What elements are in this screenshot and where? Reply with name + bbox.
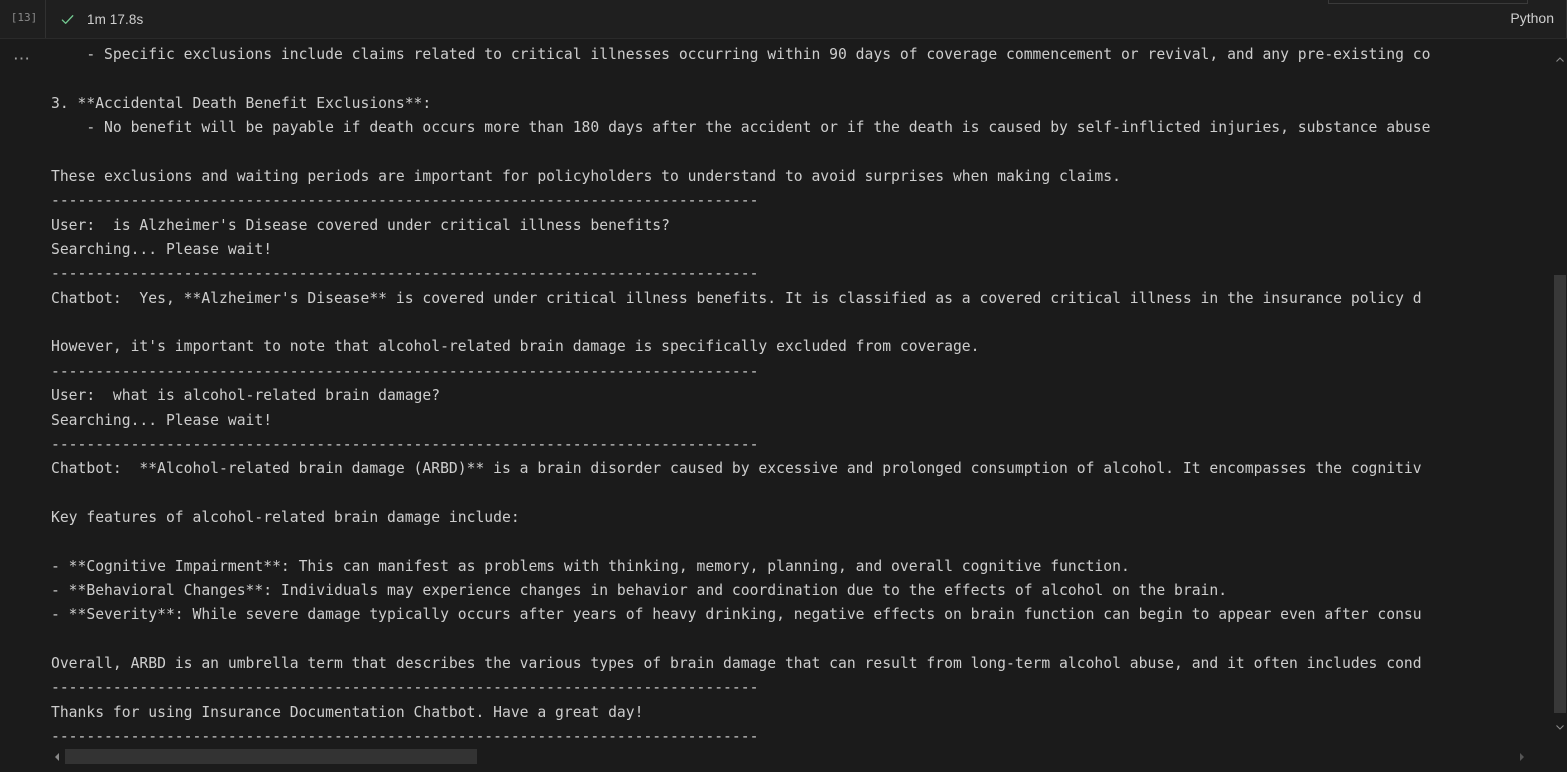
chevron-down-icon[interactable] <box>1553 720 1567 734</box>
output-vertical-scrollbar[interactable] <box>1553 39 1567 772</box>
vertical-scrollbar-thumb[interactable] <box>1554 275 1566 713</box>
chevron-right-icon[interactable] <box>1515 750 1529 764</box>
execution-count-label: [13] <box>10 11 38 24</box>
chevron-left-icon[interactable] <box>50 750 64 764</box>
horizontal-scrollbar-thumb[interactable] <box>65 749 477 764</box>
output-gutter: ⋯ <box>0 39 45 772</box>
cell-run-status: 1m 17.8s <box>45 0 285 38</box>
kernel-language-label[interactable]: Python <box>1510 10 1554 26</box>
notebook-cell-header: [13] 1m 17.8s Python <box>0 0 1567 39</box>
execution-time-label: 1m 17.8s <box>87 11 144 27</box>
cell-toolbar-overflow[interactable] <box>1328 0 1528 4</box>
cell-output-area[interactable]: - - - - - - - - - - - - - - - - - - - - … <box>45 39 1567 772</box>
more-actions-icon[interactable]: ⋯ <box>8 49 36 69</box>
check-icon <box>60 12 75 27</box>
output-horizontal-scrollbar[interactable] <box>45 746 1567 768</box>
chevron-up-icon[interactable] <box>1553 53 1567 67</box>
output-text: - - - - - - - - - - - - - - - - - - - - … <box>51 46 1431 745</box>
